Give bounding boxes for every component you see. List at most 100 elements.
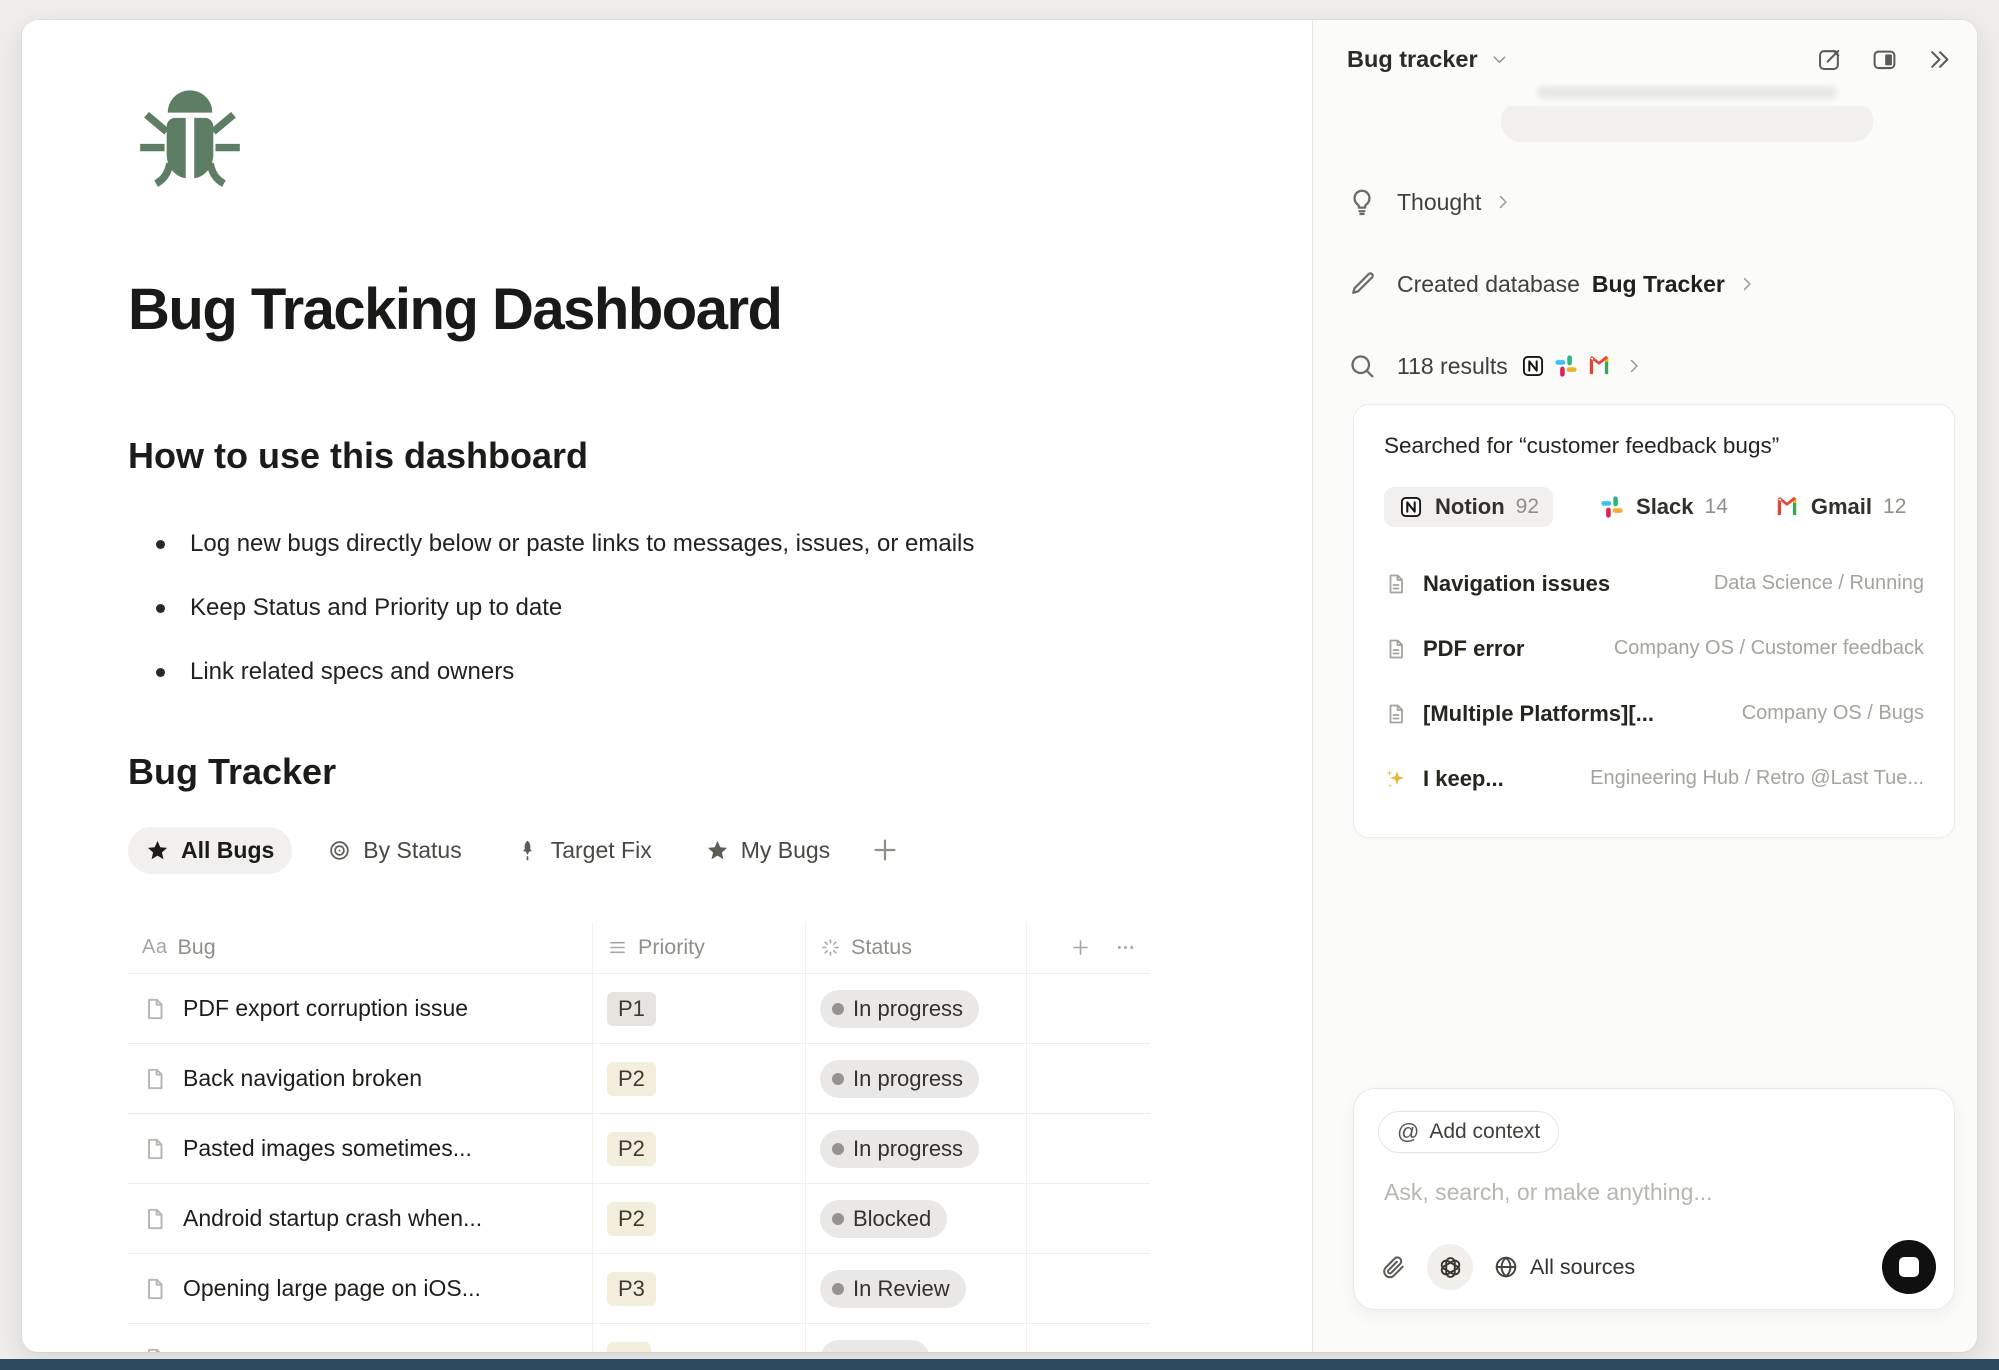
priority-tag[interactable] bbox=[607, 1342, 651, 1353]
rocket-icon bbox=[516, 839, 539, 862]
activity-row[interactable]: Created database Bug Tracker bbox=[1347, 258, 1957, 310]
search-result-row[interactable]: I keep... Engineering Hub / Retro @Last T… bbox=[1384, 746, 1924, 811]
column-header-label: Status bbox=[851, 935, 912, 960]
slack-logo-icon bbox=[1599, 494, 1625, 520]
burst-icon bbox=[820, 937, 841, 958]
column-header-status[interactable]: Status bbox=[806, 922, 1027, 973]
result-breadcrumb: Company OS / Bugs bbox=[1742, 702, 1924, 725]
table-header-row: AaBugPriority Status bbox=[128, 922, 1150, 974]
priority-tag[interactable]: P2 bbox=[607, 1202, 656, 1236]
result-title: I keep... bbox=[1423, 766, 1504, 792]
status-dot bbox=[832, 1003, 844, 1015]
page-icon bbox=[142, 1066, 168, 1092]
table-row[interactable]: Opening large page on iOS... P3 In Review bbox=[128, 1254, 1150, 1324]
chevron-down-icon bbox=[1490, 50, 1509, 69]
add-column-icon[interactable] bbox=[1070, 937, 1091, 958]
assistant-title-menu[interactable]: Bug tracker bbox=[1347, 46, 1509, 73]
status-pill[interactable]: Blocked bbox=[820, 1200, 947, 1238]
view-tab-label: By Status bbox=[363, 837, 461, 864]
star-icon bbox=[706, 839, 729, 862]
page-icon bbox=[142, 1276, 168, 1302]
source-tab-count: 14 bbox=[1705, 495, 1728, 519]
activity-text: Thought bbox=[1397, 189, 1481, 216]
attachment-icon[interactable] bbox=[1380, 1254, 1407, 1281]
collapse-panel-icon[interactable] bbox=[1926, 46, 1953, 73]
tracker-heading: Bug Tracker bbox=[128, 750, 1256, 794]
bug-title: PDF export corruption issue bbox=[183, 995, 468, 1022]
activity-row[interactable]: Thought bbox=[1347, 176, 1957, 228]
table-row[interactable]: Pasted images sometimes... P2 In progress bbox=[128, 1114, 1150, 1184]
result-breadcrumb: Engineering Hub / Retro @Last Tue... bbox=[1590, 767, 1924, 790]
view-tab-all-bugs[interactable]: All Bugs bbox=[128, 827, 292, 874]
page-icon bbox=[142, 1206, 168, 1232]
doc-icon bbox=[1384, 572, 1408, 596]
bug-title: Android startup crash when... bbox=[183, 1205, 482, 1232]
model-picker-button[interactable] bbox=[1427, 1244, 1473, 1290]
priority-tag[interactable]: P1 bbox=[607, 992, 656, 1026]
all-sources-label: All sources bbox=[1530, 1255, 1635, 1280]
result-breadcrumb: Data Science / Running bbox=[1714, 572, 1924, 595]
table-options-icon[interactable] bbox=[1115, 937, 1136, 958]
add-context-button[interactable]: @ Add context bbox=[1378, 1111, 1559, 1153]
notion-logo-icon bbox=[1398, 494, 1424, 520]
status-dot bbox=[832, 1073, 844, 1085]
result-title: [Multiple Platforms][... bbox=[1423, 701, 1654, 727]
status-pill[interactable]: In Review bbox=[820, 1270, 966, 1308]
search-result-row[interactable]: PDF errorCompany OS / Customer feedback bbox=[1384, 616, 1924, 681]
view-tab-by-status[interactable]: By Status bbox=[310, 827, 479, 874]
activity-target: Bug Tracker bbox=[1592, 271, 1725, 298]
priority-tag[interactable]: P3 bbox=[607, 1272, 656, 1306]
source-tab-notion[interactable]: Notion92 bbox=[1384, 487, 1553, 527]
status-pill[interactable]: In progress bbox=[820, 990, 979, 1028]
howto-bullet: Keep Status and Priority up to date bbox=[128, 576, 1256, 640]
all-sources-button[interactable]: All sources bbox=[1493, 1254, 1635, 1280]
source-tab-count: 12 bbox=[1883, 495, 1906, 519]
table-row[interactable]: Back navigation broken P2 In progress bbox=[128, 1044, 1150, 1114]
status-pill[interactable] bbox=[820, 1340, 930, 1353]
result-breadcrumb: Company OS / Customer feedback bbox=[1614, 637, 1924, 660]
source-tab-label: Slack bbox=[1636, 494, 1694, 520]
priority-tag[interactable]: P2 bbox=[607, 1062, 656, 1096]
column-header-bug[interactable]: AaBug bbox=[128, 922, 593, 973]
table-row[interactable]: PDF export corruption issue P1 In progress bbox=[128, 974, 1150, 1044]
view-tab-my-bugs[interactable]: My Bugs bbox=[688, 827, 848, 874]
add-context-label: Add context bbox=[1429, 1120, 1540, 1144]
notion-window: Bug Tracking Dashboard How to use this d… bbox=[22, 20, 1977, 1352]
new-chat-icon[interactable] bbox=[1816, 46, 1843, 73]
list-icon bbox=[607, 937, 628, 958]
activity-row[interactable]: 118 results bbox=[1347, 340, 1957, 392]
activity-text: 118 results bbox=[1397, 353, 1508, 380]
desktop-edge-bar bbox=[0, 1359, 1999, 1370]
status-dot bbox=[832, 1213, 844, 1225]
panel-toggle-icon[interactable] bbox=[1871, 46, 1898, 73]
agent-activity-list: Thought Created database Bug Tracker 118 re… bbox=[1347, 176, 1957, 422]
column-header-priority[interactable]: Priority bbox=[593, 922, 806, 973]
status-label: Blocked bbox=[853, 1206, 931, 1232]
add-view-icon[interactable] bbox=[870, 835, 900, 865]
search-result-row[interactable]: Navigation issuesData Science / Running bbox=[1384, 551, 1924, 616]
composer-input[interactable]: Ask, search, or make anything... bbox=[1384, 1179, 1713, 1206]
bug-title: Back navigation broken bbox=[183, 1065, 422, 1092]
source-tab-gmail[interactable]: Gmail12 bbox=[1774, 487, 1907, 527]
bug-title: Opening large page on iOS... bbox=[183, 1275, 481, 1302]
search-results-card: Searched for “customer feedback bugs” No… bbox=[1353, 404, 1955, 838]
activity-text: Created database bbox=[1397, 271, 1580, 298]
status-pill[interactable]: In progress bbox=[820, 1060, 979, 1098]
slack-logo-icon bbox=[1553, 353, 1579, 379]
table-row[interactable]: Android startup crash when... P2 Blocked bbox=[128, 1184, 1150, 1254]
source-tab-slack[interactable]: Slack 14 bbox=[1599, 487, 1728, 527]
sparkles-icon bbox=[1384, 767, 1408, 791]
status-pill[interactable]: In progress bbox=[820, 1130, 979, 1168]
priority-tag[interactable]: P2 bbox=[607, 1132, 656, 1166]
table-body: PDF export corruption issue P1 In progress… bbox=[128, 974, 1150, 1352]
view-tab-target-fix[interactable]: Target Fix bbox=[498, 827, 670, 874]
assistant-title: Bug tracker bbox=[1347, 46, 1478, 73]
bug-title: Pasted images sometimes... bbox=[183, 1135, 472, 1162]
table-row[interactable] bbox=[128, 1324, 1150, 1352]
bug-icon[interactable] bbox=[128, 84, 252, 190]
howto-heading: How to use this dashboard bbox=[128, 434, 1256, 478]
search-result-row[interactable]: [Multiple Platforms][... Company OS / Bug… bbox=[1384, 681, 1924, 746]
view-tab-label: All Bugs bbox=[181, 837, 274, 864]
stop-button[interactable] bbox=[1882, 1240, 1936, 1294]
status-label: In progress bbox=[853, 996, 963, 1022]
